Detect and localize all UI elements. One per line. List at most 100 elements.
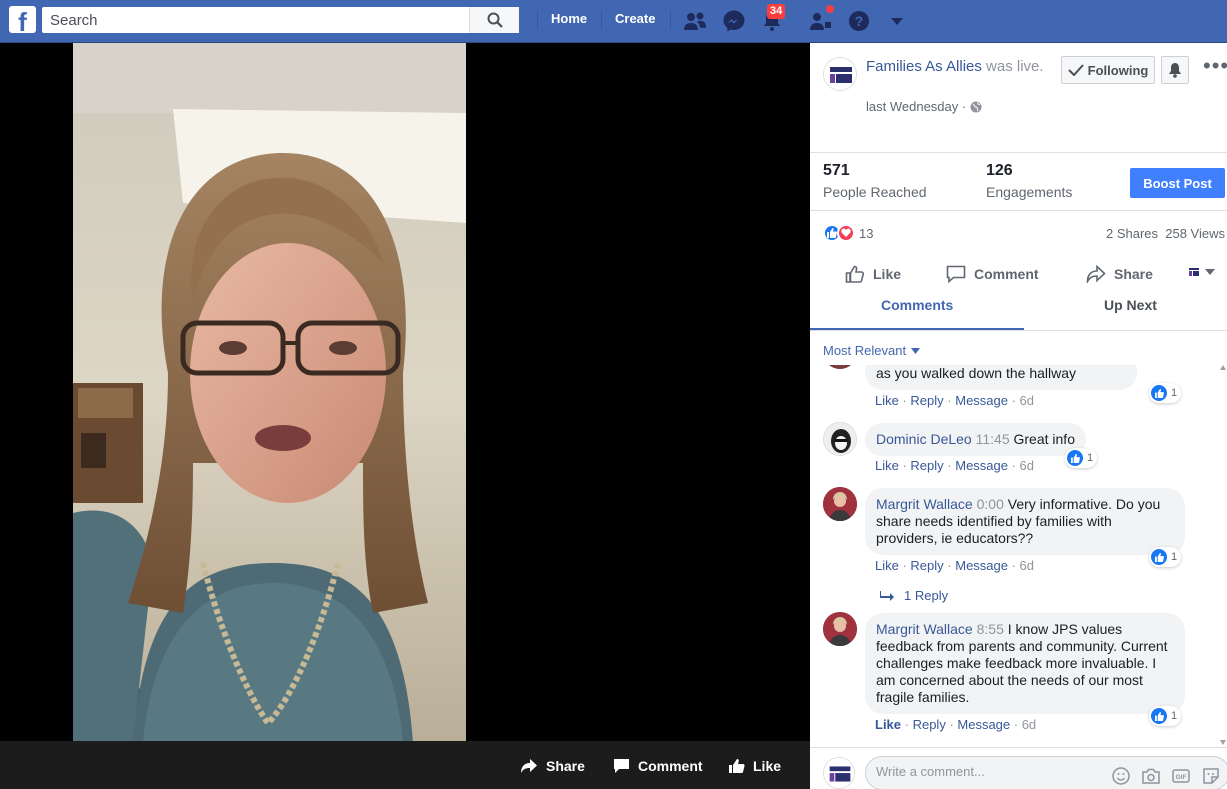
page-avatar-mini-icon	[1187, 265, 1201, 279]
sticker-icon[interactable]	[1201, 766, 1221, 786]
comment-actions: Like · Reply · Message · 6d	[875, 393, 1035, 408]
comment-message-link[interactable]: Message	[955, 558, 1008, 573]
shares-and-views[interactable]: 2 Shares 258 Views	[1106, 226, 1225, 241]
post-time-label: last Wednesday ·	[866, 99, 967, 114]
following-button[interactable]: Following	[1061, 56, 1155, 84]
thumbs-up-icon	[729, 759, 745, 773]
video-comment-button[interactable]: Comment	[613, 758, 703, 774]
search-input[interactable]	[42, 7, 470, 33]
create-link[interactable]: Create	[615, 11, 655, 26]
post-header: Families As Allies was live.	[866, 57, 1046, 77]
view-replies-link[interactable]: 1 Reply	[880, 588, 948, 603]
people-reached-label: People Reached	[823, 184, 927, 200]
gif-icon[interactable]: GIF	[1171, 766, 1191, 786]
bell-icon	[1169, 63, 1181, 78]
emoji-icon[interactable]	[1111, 766, 1131, 786]
sort-label: Most Relevant	[823, 343, 907, 358]
like-reaction-icon	[1151, 708, 1167, 724]
comment-message-link[interactable]: Message	[957, 717, 1010, 732]
reactions-summary[interactable]: 13	[823, 224, 873, 242]
video-like-button[interactable]: Like	[728, 758, 781, 774]
notification-count-badge: 34	[767, 4, 786, 19]
comment-bubble: Dominic DeLeo 11:45 Great info	[865, 423, 1086, 456]
reaction-selector-dropdown[interactable]	[1187, 265, 1215, 279]
more-options-icon[interactable]: •••	[1203, 55, 1227, 77]
comment-video-timestamp[interactable]: 0:00	[977, 496, 1004, 512]
commenter-name[interactable]: Margrit Wallace	[876, 621, 973, 637]
comment-video-timestamp[interactable]: 11:45	[976, 431, 1010, 447]
comments-scrollbar[interactable]	[1220, 365, 1226, 745]
comment-video-timestamp[interactable]: 8:55	[977, 621, 1004, 637]
love-reaction-icon	[837, 224, 855, 242]
comment-button[interactable]: Comment	[946, 265, 1039, 283]
engagements-label: Engagements	[986, 184, 1073, 200]
account-dropdown-icon[interactable]	[884, 8, 910, 34]
comment-reaction-count: 1	[1087, 452, 1094, 464]
video-share-button[interactable]: Share	[520, 758, 585, 774]
nav-divider	[601, 10, 602, 30]
help-icon[interactable]: ?	[846, 8, 872, 34]
friends-icon[interactable]	[682, 8, 708, 34]
comment-message-link[interactable]: Message	[955, 393, 1008, 408]
tab-comments[interactable]: Comments	[881, 297, 953, 313]
comment-text: Great info	[1013, 431, 1075, 447]
commenter-name[interactable]: Margrit Wallace	[876, 496, 973, 512]
comment-reply-link[interactable]: Reply	[910, 558, 943, 573]
commenter-avatar[interactable]	[823, 365, 857, 369]
comment-age[interactable]: 6d	[1020, 458, 1034, 473]
comment-icon	[946, 265, 966, 283]
comments-list[interactable]: as you walked down the hallway 1 Like · …	[810, 365, 1227, 747]
home-link[interactable]: Home	[551, 11, 587, 26]
post-timestamp[interactable]: last Wednesday ·	[866, 99, 982, 114]
comment-age[interactable]: 6d	[1020, 558, 1034, 573]
share-label: Share	[1114, 266, 1153, 282]
page-avatar[interactable]	[823, 57, 857, 91]
facebook-logo[interactable]: f	[9, 6, 36, 33]
commenter-avatar[interactable]	[823, 487, 857, 521]
page-avatar	[823, 757, 855, 789]
engagements-count: 126	[986, 162, 1013, 179]
comment-reply-link[interactable]: Reply	[910, 458, 943, 473]
comment-like-link[interactable]: Like	[875, 558, 899, 573]
comment-reply-link[interactable]: Reply	[913, 717, 946, 732]
comment-age[interactable]: 6d	[1020, 393, 1034, 408]
search-button[interactable]	[469, 7, 519, 33]
tab-up-next[interactable]: Up Next	[1104, 297, 1157, 313]
comment-sort-dropdown[interactable]: Most Relevant	[823, 343, 921, 358]
comment-reactions[interactable]: 1	[1149, 706, 1182, 726]
search-icon	[487, 12, 503, 28]
comment-like-link[interactable]: Like	[875, 458, 899, 473]
commenter-avatar[interactable]	[823, 612, 857, 646]
page-name-link[interactable]: Families As Allies	[866, 58, 982, 75]
comment-input-box[interactable]: GIF	[865, 756, 1227, 789]
comment-input[interactable]	[876, 764, 1096, 779]
notification-settings-button[interactable]	[1161, 56, 1189, 84]
comment-reactions[interactable]: 1	[1065, 448, 1098, 468]
boost-post-button[interactable]: Boost Post	[1130, 168, 1225, 198]
video-frame[interactable]	[73, 43, 466, 741]
like-label: Like	[873, 266, 902, 282]
video-comment-label: Comment	[638, 758, 703, 774]
comment-label: Comment	[974, 266, 1039, 282]
reply-count-label: 1 Reply	[904, 588, 949, 603]
video-player[interactable]: Share Comment Like	[0, 43, 810, 789]
share-button[interactable]: Share	[1086, 265, 1153, 283]
commenter-avatar[interactable]	[823, 422, 857, 456]
comment-reaction-count: 1	[1171, 387, 1178, 399]
comment-like-link[interactable]: Like	[875, 393, 899, 408]
share-icon	[1086, 265, 1106, 283]
comment-icon	[614, 759, 629, 773]
comment-reactions[interactable]: 1	[1149, 383, 1182, 403]
messenger-icon[interactable]	[721, 8, 747, 34]
comment-bubble: Margrit Wallace 0:00 Very informative. D…	[865, 488, 1185, 555]
comment-actions: Like · Reply · Message · 6d	[875, 458, 1035, 473]
friend-requests-badge	[825, 4, 835, 14]
comment-reply-link[interactable]: Reply	[910, 393, 943, 408]
comment-age[interactable]: 6d	[1022, 717, 1036, 732]
like-button[interactable]: Like	[845, 265, 901, 283]
commenter-name[interactable]: Dominic DeLeo	[876, 431, 972, 447]
camera-icon[interactable]	[1141, 766, 1161, 786]
comment-message-link[interactable]: Message	[955, 458, 1008, 473]
comment-reactions[interactable]: 1	[1149, 547, 1182, 567]
comment-like-link[interactable]: Like	[875, 717, 901, 732]
